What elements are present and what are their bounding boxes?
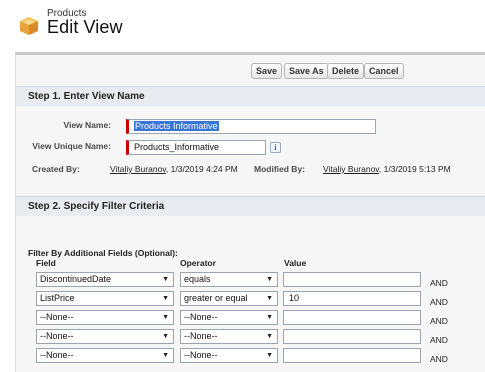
filter-operator-select[interactable]: --None-- ▼ <box>180 329 278 344</box>
filter-value-input[interactable] <box>283 272 421 287</box>
dropdown-arrow-icon: ▼ <box>162 333 169 340</box>
and-label: AND <box>430 278 448 288</box>
dropdown-arrow-icon: ▼ <box>162 352 169 359</box>
modified-by-label: Modified By: <box>254 164 305 174</box>
view-name-value: Products Informative <box>134 121 219 131</box>
view-name-input[interactable]: Products Informative <box>126 119 376 134</box>
operator-column-header: Operator <box>180 258 216 268</box>
step2-header: Step 2. Specify Filter Criteria <box>16 196 485 216</box>
created-by-value: Vitaliy Buranov, 1/3/2019 4:24 PM <box>110 164 238 174</box>
filter-field-value: --None-- <box>40 312 74 322</box>
filter-field-select[interactable]: ListPrice ▼ <box>36 291 174 306</box>
unique-name-input[interactable]: Products_Informative <box>126 140 266 155</box>
filter-field-value: ListPrice <box>40 293 75 303</box>
save-as-button[interactable]: Save As <box>284 63 329 79</box>
dropdown-arrow-icon: ▼ <box>266 352 273 359</box>
filter-subheading: Filter By Additional Fields (Optional): <box>28 248 178 258</box>
dropdown-arrow-icon: ▼ <box>266 295 273 302</box>
filter-field-select[interactable]: --None-- ▼ <box>36 348 174 363</box>
filter-operator-select[interactable]: --None-- ▼ <box>180 348 278 363</box>
dropdown-arrow-icon: ▼ <box>266 276 273 283</box>
created-by-user-link[interactable]: Vitaliy Buranov <box>110 164 166 174</box>
filter-operator-select[interactable]: greater or equal ▼ <box>180 291 278 306</box>
filter-operator-value: --None-- <box>184 350 218 360</box>
and-label: AND <box>430 297 448 307</box>
delete-button[interactable]: Delete <box>327 63 365 79</box>
unique-name-label: View Unique Name: <box>32 141 111 151</box>
filter-value-input[interactable] <box>283 348 421 363</box>
dropdown-arrow-icon: ▼ <box>162 314 169 321</box>
filter-field-select[interactable]: --None-- ▼ <box>36 329 174 344</box>
unique-name-value: Products_Informative <box>134 142 220 152</box>
info-icon[interactable]: i <box>270 142 281 153</box>
modified-by-date: , 1/3/2019 5:13 PM <box>378 164 451 174</box>
filter-field-select[interactable]: DiscontinuedDate ▼ <box>36 272 174 287</box>
filter-operator-value: --None-- <box>184 312 218 322</box>
modified-by-user-link[interactable]: Vitaliy Buranov <box>323 164 379 174</box>
filter-value-input[interactable] <box>283 310 421 325</box>
field-column-header: Field <box>36 258 56 268</box>
filter-field-select[interactable]: --None-- ▼ <box>36 310 174 325</box>
modified-by-value: Vitaliy Buranov, 1/3/2019 5:13 PM <box>323 164 451 174</box>
filter-operator-value: greater or equal <box>184 293 248 303</box>
step1-header: Step 1. Enter View Name <box>16 86 485 106</box>
filter-field-value: DiscontinuedDate <box>40 274 112 284</box>
filter-operator-value: --None-- <box>184 331 218 341</box>
page-header: Products Edit View <box>0 0 485 46</box>
filter-operator-value: equals <box>184 274 211 284</box>
and-label: AND <box>430 354 448 364</box>
dropdown-arrow-icon: ▼ <box>266 333 273 340</box>
value-column-header: Value <box>284 258 307 268</box>
created-by-date: , 1/3/2019 4:24 PM <box>165 164 238 174</box>
filter-operator-select[interactable]: --None-- ▼ <box>180 310 278 325</box>
filter-value-input[interactable] <box>283 329 421 344</box>
edit-view-panel: Save Save As Delete Cancel Step 1. Enter… <box>15 52 485 372</box>
filter-operator-select[interactable]: equals ▼ <box>180 272 278 287</box>
created-by-label: Created By: <box>32 164 80 174</box>
page-title: Edit View <box>47 17 123 37</box>
filter-value-text: 10 <box>289 293 300 303</box>
view-name-label: View Name: <box>63 120 111 130</box>
dropdown-arrow-icon: ▼ <box>266 314 273 321</box>
save-button[interactable]: Save <box>251 63 283 79</box>
cancel-button[interactable]: Cancel <box>364 63 404 79</box>
dropdown-arrow-icon: ▼ <box>162 276 169 283</box>
filter-field-value: --None-- <box>40 331 74 341</box>
filter-value-input[interactable]: 10 <box>283 291 421 306</box>
and-label: AND <box>430 316 448 326</box>
products-box-icon <box>20 17 38 35</box>
filter-field-value: --None-- <box>40 350 74 360</box>
and-label: AND <box>430 335 448 345</box>
dropdown-arrow-icon: ▼ <box>162 295 169 302</box>
